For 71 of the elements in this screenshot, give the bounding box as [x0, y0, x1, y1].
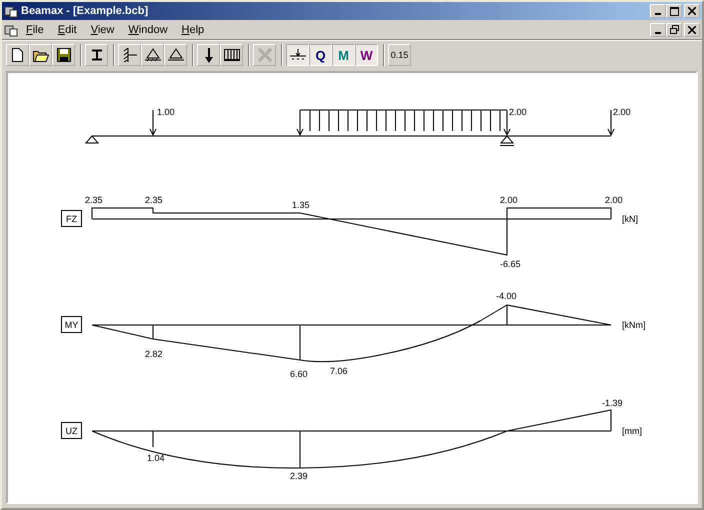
load-value: 2.00 — [509, 107, 527, 117]
restore-icon — [670, 25, 678, 34]
value-label: 2.39 — [290, 471, 308, 481]
document-icon — [4, 22, 18, 36]
load-arrow — [608, 110, 614, 136]
toolbar-button[interactable]: Q — [309, 44, 332, 66]
restore-button[interactable] — [666, 22, 682, 36]
value-label: 1.35 — [292, 200, 310, 210]
load-arrow — [504, 110, 510, 136]
unit-label: [kNm] — [622, 320, 646, 330]
diagram-label: UZ — [61, 422, 82, 439]
menu-item[interactable]: Edit — [52, 22, 83, 36]
window-title: Beamax - [Example.bcb] — [21, 5, 150, 17]
toolbar-button[interactable] — [286, 44, 309, 66]
value-label: 7.06 — [330, 366, 348, 376]
value-label: 2.35 — [145, 195, 163, 205]
close-icon — [688, 26, 696, 34]
down-arrow-icon — [204, 48, 212, 62]
value-label: 2.82 — [145, 349, 163, 359]
value-label: 6.60 — [290, 369, 308, 379]
menu-item[interactable]: Help — [176, 22, 210, 36]
minimize-button[interactable] — [650, 22, 666, 36]
diagram-label: FZ — [61, 210, 82, 227]
value-label: -1.39 — [602, 398, 623, 408]
triangle-support-icon — [144, 48, 160, 62]
toolbar-button[interactable] — [220, 44, 243, 66]
roller-support-drawing — [500, 136, 514, 146]
load-value: 2.00 — [613, 107, 631, 117]
close-button[interactable] — [684, 4, 700, 18]
minimize-icon — [655, 32, 661, 34]
toolbar-button[interactable] — [52, 44, 75, 66]
i-beam-icon — [90, 49, 102, 61]
maximize-icon — [670, 6, 678, 16]
minimize-icon — [655, 13, 661, 15]
menu-item[interactable]: File — [20, 22, 50, 36]
unit-label: [mm] — [622, 426, 642, 436]
menu-item[interactable]: View — [84, 22, 120, 36]
hatched-load-icon — [224, 49, 240, 61]
blank-page-icon — [12, 48, 23, 62]
toolbar-button[interactable]: W — [355, 44, 378, 66]
unit-label: [kN] — [622, 214, 638, 224]
toolbar-button[interactable] — [164, 44, 187, 66]
value-label: 2.35 — [85, 195, 103, 205]
value-label: 2.00 — [500, 195, 518, 205]
toolbar-button[interactable] — [197, 44, 220, 66]
toolbar-button[interactable] — [118, 44, 141, 66]
diagram-label: MY — [61, 316, 82, 333]
value-label: 2.00 — [605, 195, 623, 205]
toolbar-button[interactable]: 0.15 — [388, 44, 411, 66]
x-icon — [258, 48, 272, 62]
value-label: -6.65 — [500, 259, 521, 269]
load-value: 1.00 — [157, 107, 175, 117]
folder-icon — [32, 48, 48, 62]
app-icon — [4, 4, 18, 18]
toolbar-button[interactable] — [85, 44, 108, 66]
toolbar-button[interactable] — [141, 44, 164, 66]
toolbar-button[interactable] — [29, 44, 52, 66]
pin-support-drawing — [84, 135, 100, 144]
close-icon — [688, 7, 696, 15]
value-label: 1.04 — [147, 453, 165, 463]
triangle-support-icon — [168, 48, 184, 62]
maximize-button[interactable] — [666, 4, 682, 18]
close-button[interactable] — [684, 22, 700, 36]
toolbar-button[interactable] — [6, 44, 29, 66]
toolbar-button[interactable]: M — [332, 44, 355, 66]
load-arrow — [150, 110, 156, 136]
menu-item[interactable]: Window — [122, 22, 174, 36]
minimize-button[interactable] — [650, 4, 666, 18]
wall-support-icon — [122, 48, 136, 62]
beam-axis-icon — [290, 48, 306, 62]
value-label: -4.00 — [496, 291, 517, 301]
